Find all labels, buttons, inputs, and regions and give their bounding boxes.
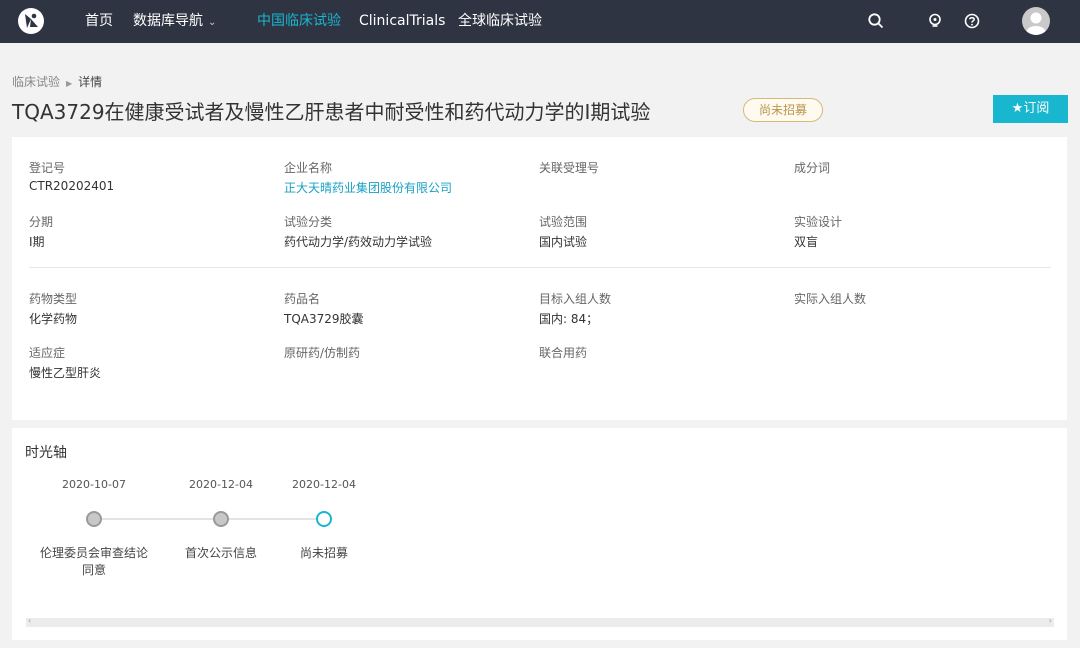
page-title: TQA3729在健康受试者及慢性乙肝患者中耐受性和药代动力学的Ⅰ期试验 [12, 100, 651, 124]
field-related-no: 关联受理号 [539, 159, 599, 179]
nav-clinicaltrials[interactable]: ClinicalTrials [359, 0, 445, 43]
timeline-track [94, 518, 324, 520]
company-link[interactable]: 正大天晴药业集团股份有限公司 [284, 179, 452, 196]
field-orig-generic: 原研药/仿制药 [284, 344, 360, 364]
timeline-date: 2020-12-04 [189, 478, 253, 491]
field-label: 药物类型 [29, 292, 78, 306]
timeline-dot [86, 511, 102, 527]
timeline-label: 伦理委员会审查结论同意 [39, 546, 148, 577]
scroll-right-icon[interactable]: › [1049, 616, 1052, 625]
field-indication: 适应症 慢性乙型肝炎 [29, 344, 101, 381]
field-combo: 联合用药 [539, 344, 587, 364]
field-trial-type: 试验分类 药代动力学/药效动力学试验 [284, 213, 432, 250]
field-phase: 分期 I期 [29, 213, 53, 250]
field-label: 实际入组人数 [794, 292, 867, 306]
field-label: 成分词 [794, 161, 831, 175]
lightbulb-icon[interactable] [926, 12, 944, 30]
field-label: 关联受理号 [539, 161, 600, 175]
field-design: 实验设计 双盲 [794, 213, 842, 250]
nav-database-menu[interactable]: 数据库导航 ⌄ [133, 0, 216, 43]
timeline-card: 时光轴 2020-10-07 伦理委员会审查结论同意 2020-12-04 首次… [12, 428, 1067, 640]
timeline-label: 首次公示信息 [184, 546, 257, 560]
logo-icon[interactable] [18, 8, 44, 34]
search-icon[interactable] [867, 12, 885, 30]
timeline-date: 2020-12-04 [292, 478, 356, 491]
status-badge: 尚未招募 [743, 98, 824, 122]
field-label: 联合用药 [539, 346, 588, 360]
field-drug-name: 药品名 TQA3729胶囊 [284, 290, 364, 327]
trial-info-card: 登记号 CTR20202401 企业名称 正大天晴药业集团股份有限公司 关联受理… [12, 137, 1067, 420]
field-label: 分期 [29, 215, 54, 229]
horizontal-scrollbar[interactable]: ‹ › [26, 616, 1054, 627]
field-label: 原研药/仿制药 [284, 346, 361, 360]
timeline-dot [213, 511, 229, 527]
breadcrumb-parent[interactable]: 临床试验 [12, 75, 60, 89]
field-label: 试验分类 [284, 215, 333, 229]
nav-database-label: 数据库导航 [133, 13, 203, 29]
help-icon[interactable] [963, 12, 981, 30]
field-value: 慢性乙型肝炎 [29, 366, 102, 380]
nav-home[interactable]: 首页 [85, 0, 113, 43]
avatar[interactable] [1022, 7, 1050, 35]
field-ingredient: 成分词 [794, 159, 830, 179]
chevron-down-icon: ⌄ [208, 17, 217, 28]
scroll-left-icon[interactable]: ‹ [28, 616, 31, 625]
field-label: 试验范围 [539, 215, 588, 229]
field-label: 登记号 [29, 161, 66, 175]
timeline-label: 尚未招募 [299, 546, 348, 560]
nav-china-trials[interactable]: 中国临床试验 [257, 0, 341, 43]
field-value: CTR20202401 [29, 179, 115, 193]
field-value: I期 [29, 235, 45, 249]
field-drug-type: 药物类型 化学药物 [29, 290, 77, 327]
field-target-enroll: 目标入组人数 国内: 84； [539, 290, 611, 327]
subscribe-button[interactable]: ★订阅 [993, 95, 1068, 123]
chevron-right-icon: ▶ [66, 79, 73, 88]
breadcrumb: 临床试验 ▶ 详情 [12, 73, 102, 90]
field-value: 化学药物 [29, 312, 78, 326]
nav-global-trials[interactable]: 全球临床试验 [458, 0, 542, 43]
breadcrumb-current: 详情 [78, 75, 103, 89]
top-nav-bar: 首页 数据库导航 ⌄ 中国临床试验 ClinicalTrials 全球临床试验 [0, 0, 1080, 43]
field-label: 实验设计 [794, 215, 843, 229]
field-value: 国内试验 [539, 235, 588, 249]
timeline-date: 2020-10-07 [62, 478, 126, 491]
field-scope: 试验范围 国内试验 [539, 213, 587, 250]
field-label: 药品名 [284, 292, 321, 306]
divider [29, 267, 1051, 268]
field-label: 目标入组人数 [539, 292, 612, 306]
timeline-dot-current [316, 511, 332, 527]
field-value: 双盲 [794, 235, 819, 249]
field-value: 药代动力学/药效动力学试验 [284, 235, 433, 249]
field-label: 企业名称 [284, 161, 333, 175]
field-value: 国内: 84； [539, 312, 599, 326]
field-label: 适应症 [29, 346, 66, 360]
field-reg-no: 登记号 CTR20202401 [29, 159, 114, 193]
timeline-title: 时光轴 [25, 445, 67, 461]
field-value: TQA3729胶囊 [284, 312, 364, 326]
field-company: 企业名称 正大天晴药业集团股份有限公司 [284, 159, 452, 196]
field-actual-enroll: 实际入组人数 [794, 290, 866, 310]
